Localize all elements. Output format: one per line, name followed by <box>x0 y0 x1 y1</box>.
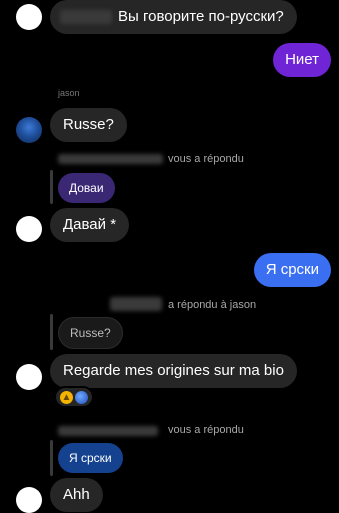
reply-indicator <box>50 314 53 350</box>
message-text: Ahh <box>63 486 90 503</box>
redacted-blur <box>58 154 163 164</box>
quoted-message[interactable]: Я срски <box>58 443 123 473</box>
message-text: Ниет <box>285 51 319 68</box>
reply-meta: vous a répondu <box>168 153 244 165</box>
quoted-text: Russe? <box>70 326 111 340</box>
contact-avatar[interactable] <box>16 364 42 390</box>
redacted-blur <box>60 10 112 24</box>
message-text: Я срски <box>265 261 319 278</box>
quoted-message[interactable]: Russe? <box>58 317 123 349</box>
reply-indicator <box>50 170 53 204</box>
quoted-message[interactable]: Доваи <box>58 173 115 203</box>
message-bubble-outgoing[interactable]: Я срски <box>253 253 331 287</box>
message-bubble-incoming[interactable]: Ahh <box>50 478 103 512</box>
reply-meta: a répondu à jason <box>168 299 257 311</box>
message-bubble-incoming[interactable]: Russe? <box>50 108 127 142</box>
thumbs-up-icon: ▲ <box>60 390 73 404</box>
contact-avatar[interactable] <box>16 117 42 143</box>
message-text: Russe? <box>63 116 114 133</box>
message-bubble-outgoing[interactable]: Ниет <box>273 43 331 77</box>
redacted-blur <box>58 426 158 436</box>
message-text: Вы говорите по-русски? <box>118 8 284 25</box>
message-text: Regarde mes origines sur ma bio <box>63 362 284 379</box>
message-bubble-incoming[interactable]: Давай * <box>50 208 130 242</box>
reply-meta: vous a répondu <box>168 424 244 436</box>
message-reactions[interactable]: ▲ <box>54 386 94 408</box>
redacted-blur <box>110 297 162 311</box>
reply-indicator <box>50 440 53 476</box>
contact-avatar[interactable] <box>16 4 42 30</box>
message-text: Давай * <box>63 216 117 233</box>
quoted-text: Доваи <box>69 181 104 195</box>
sender-name: jason <box>58 88 80 98</box>
contact-avatar[interactable] <box>16 216 42 242</box>
message-bubble-incoming[interactable]: Regarde mes origines sur ma bio <box>50 354 297 388</box>
contact-avatar[interactable] <box>16 487 42 513</box>
quoted-text: Я срски <box>69 451 112 465</box>
globe-icon <box>75 390 88 404</box>
